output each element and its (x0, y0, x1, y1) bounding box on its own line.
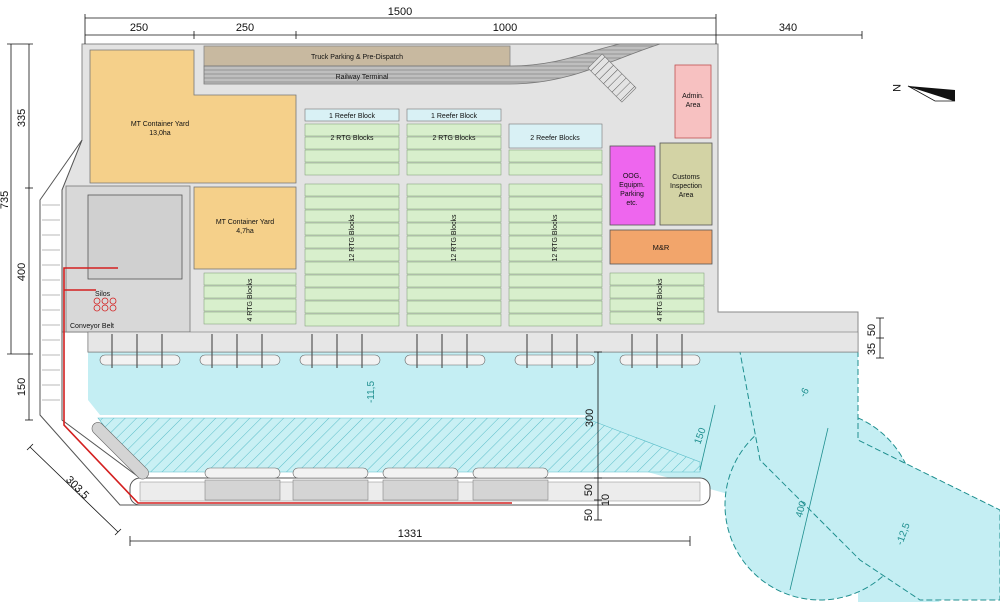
rtg-c-top-0 (508, 149, 603, 163)
silos-label: Silos (95, 291, 111, 298)
rtg-a-8 (304, 287, 400, 301)
rtg-c-1 (508, 196, 603, 210)
rtg-12-blocks-b: 12 RTG Blocks (451, 214, 458, 261)
rtg-b-top-3 (406, 162, 502, 176)
rtg-c-top-1 (508, 162, 603, 176)
rtg-b-9 (406, 300, 502, 314)
conveyor-belt-label: Conveyor Belt (70, 323, 114, 330)
dim-left-335: 335 (16, 109, 28, 127)
rtg-b-1 (406, 196, 502, 210)
rtg-a-top-2 (304, 149, 400, 163)
south-vessel-0 (204, 467, 281, 501)
railway-terminal-label: Railway Terminal (336, 74, 389, 81)
dim-bottom-1331: 1331 (398, 528, 422, 540)
rtg-4-blocks-a: 4 RTG Blocks (247, 278, 254, 322)
admin-area-label-2: Area (686, 102, 701, 109)
mt-yard-2-area: 4,7ha (236, 228, 254, 235)
reefer-block-2-label: 1 Reefer Block (431, 113, 477, 120)
left-dimensions (7, 43, 33, 421)
dim-top-left-1: 250 (130, 22, 148, 34)
oog-label-4: etc. (626, 200, 637, 207)
north-label: N (890, 84, 902, 92)
customs-label-2: Inspection (670, 183, 702, 190)
depth-11-5: -11,5 (366, 381, 377, 403)
rtg-a-10 (304, 313, 400, 327)
rtg-4-blocks-b: 4 RTG Blocks (657, 278, 664, 322)
oog-label-3: Parking (620, 191, 644, 198)
customs-label-1: Customs (672, 174, 700, 181)
dim-top-left-2: 250 (236, 22, 254, 34)
rtg-2-blocks-b: 2 RTG Blocks (432, 135, 476, 142)
rtg-a-9 (304, 300, 400, 314)
rtg-c-10 (508, 313, 603, 327)
storage-building (87, 194, 183, 280)
oog-label-1: OOG, (623, 173, 641, 180)
mt-yard-1-area: 13,0ha (149, 130, 171, 137)
rtg-b-top-2 (406, 149, 502, 163)
dim-50a: 50 (583, 484, 595, 496)
oog-label-2: Equipm. (619, 182, 645, 189)
rtg-a-top-3 (304, 162, 400, 176)
dim-right-50: 50 (866, 324, 878, 336)
reefer-block-1-label: 1 Reefer Block (329, 113, 375, 120)
dim-diag-303: 303.5 (63, 474, 91, 502)
admin-area-label-1: Admin. (682, 93, 704, 100)
dim-50b: 50 (583, 509, 595, 521)
rtg-a-0 (304, 183, 400, 197)
rtg-c-7 (508, 274, 603, 288)
rtg-c-9 (508, 300, 603, 314)
rtg-b-7 (406, 274, 502, 288)
south-vessel-2 (382, 467, 459, 501)
reefer-block-3-label: 2 Reefer Blocks (530, 135, 580, 142)
dim-10: 10 (600, 494, 612, 506)
mt-yard-2-label: MT Container Yard (216, 219, 274, 226)
rtg-c-6 (508, 261, 603, 275)
rtg-a-6 (304, 261, 400, 275)
mr-label: M&R (653, 243, 670, 252)
customs-label-3: Area (679, 192, 694, 199)
dim-left-150: 150 (16, 378, 28, 396)
dim-top-mid: 1000 (493, 22, 517, 34)
rtg-b-0 (406, 183, 502, 197)
dim-berth-300: 300 (584, 409, 596, 427)
rtg-c-8 (508, 287, 603, 301)
top-dimensions (84, 14, 863, 44)
dim-left-735: 735 (0, 191, 11, 209)
dim-top-total: 1500 (388, 6, 412, 18)
truck-parking-label: Truck Parking & Pre-Dispatch (311, 54, 403, 61)
mt-yard-1-label: MT Container Yard (131, 121, 189, 128)
port-layout-svg: Truck Parking & Pre-Dispatch Railway Ter… (0, 6, 1000, 602)
south-vessel-1 (292, 467, 369, 501)
port-layout-diagram: Truck Parking & Pre-Dispatch Railway Ter… (0, 0, 1000, 602)
north-arrow: N (890, 84, 956, 102)
rtg-c-0 (508, 183, 603, 197)
rtg-2-blocks-a: 2 RTG Blocks (330, 135, 374, 142)
rtg-a-1 (304, 196, 400, 210)
dim-right-35: 35 (866, 343, 878, 355)
rtg-b-10 (406, 313, 502, 327)
rtg-b-8 (406, 287, 502, 301)
south-vessel-3 (472, 467, 549, 501)
rtg-12-blocks-c: 12 RTG Blocks (552, 214, 559, 261)
rtg-12-blocks-a: 12 RTG Blocks (349, 214, 356, 261)
rtg-a-7 (304, 274, 400, 288)
dim-left-400: 400 (16, 263, 28, 281)
dim-top-right: 340 (779, 22, 797, 34)
rtg-b-6 (406, 261, 502, 275)
quay-apron (87, 331, 859, 353)
